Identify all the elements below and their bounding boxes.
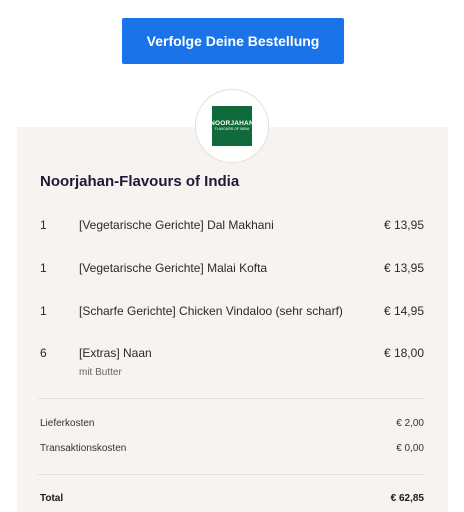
logo-wordmark: NOORJAHAN xyxy=(210,120,254,127)
item-name: [Vegetarische Gerichte] Dal Makhani xyxy=(79,218,274,232)
item-name: [Vegetarische Gerichte] Malai Kofta xyxy=(79,261,268,275)
fee-label: Transaktionskosten xyxy=(40,443,127,454)
item-price: € 13,95 xyxy=(383,261,424,275)
restaurant-logo: NOORJAHAN FLAVOURS OF INDIA xyxy=(210,106,254,146)
divider xyxy=(38,474,424,475)
item-price: € 13,95 xyxy=(383,218,424,232)
item-quantity: 1 xyxy=(40,304,47,318)
item-name: [Scharfe Gerichte] Chicken Vindaloo (seh… xyxy=(79,304,343,318)
item-quantity: 6 xyxy=(40,346,47,360)
restaurant-name: Noorjahan-Flavours of India xyxy=(40,173,240,190)
total-amount: € 62,85 xyxy=(390,493,424,504)
fee-amount: € 2,00 xyxy=(396,418,424,429)
track-order-button[interactable]: Verfolge Deine Bestellung xyxy=(122,18,344,64)
item-price: € 14,95 xyxy=(383,304,424,318)
item-note: mit Butter xyxy=(79,367,122,378)
logo-tagline: FLAVOURS OF INDIA xyxy=(214,127,250,131)
total-label: Total xyxy=(40,493,64,504)
divider xyxy=(38,398,424,399)
item-name: [Extras] Naan xyxy=(79,346,152,360)
item-quantity: 1 xyxy=(40,261,47,275)
item-quantity: 1 xyxy=(40,218,47,232)
item-price: € 18,00 xyxy=(383,346,424,360)
fee-label: Lieferkosten xyxy=(40,418,95,429)
restaurant-logo-badge: NOORJAHAN FLAVOURS OF INDIA xyxy=(195,89,269,163)
fee-amount: € 0,00 xyxy=(396,443,424,454)
